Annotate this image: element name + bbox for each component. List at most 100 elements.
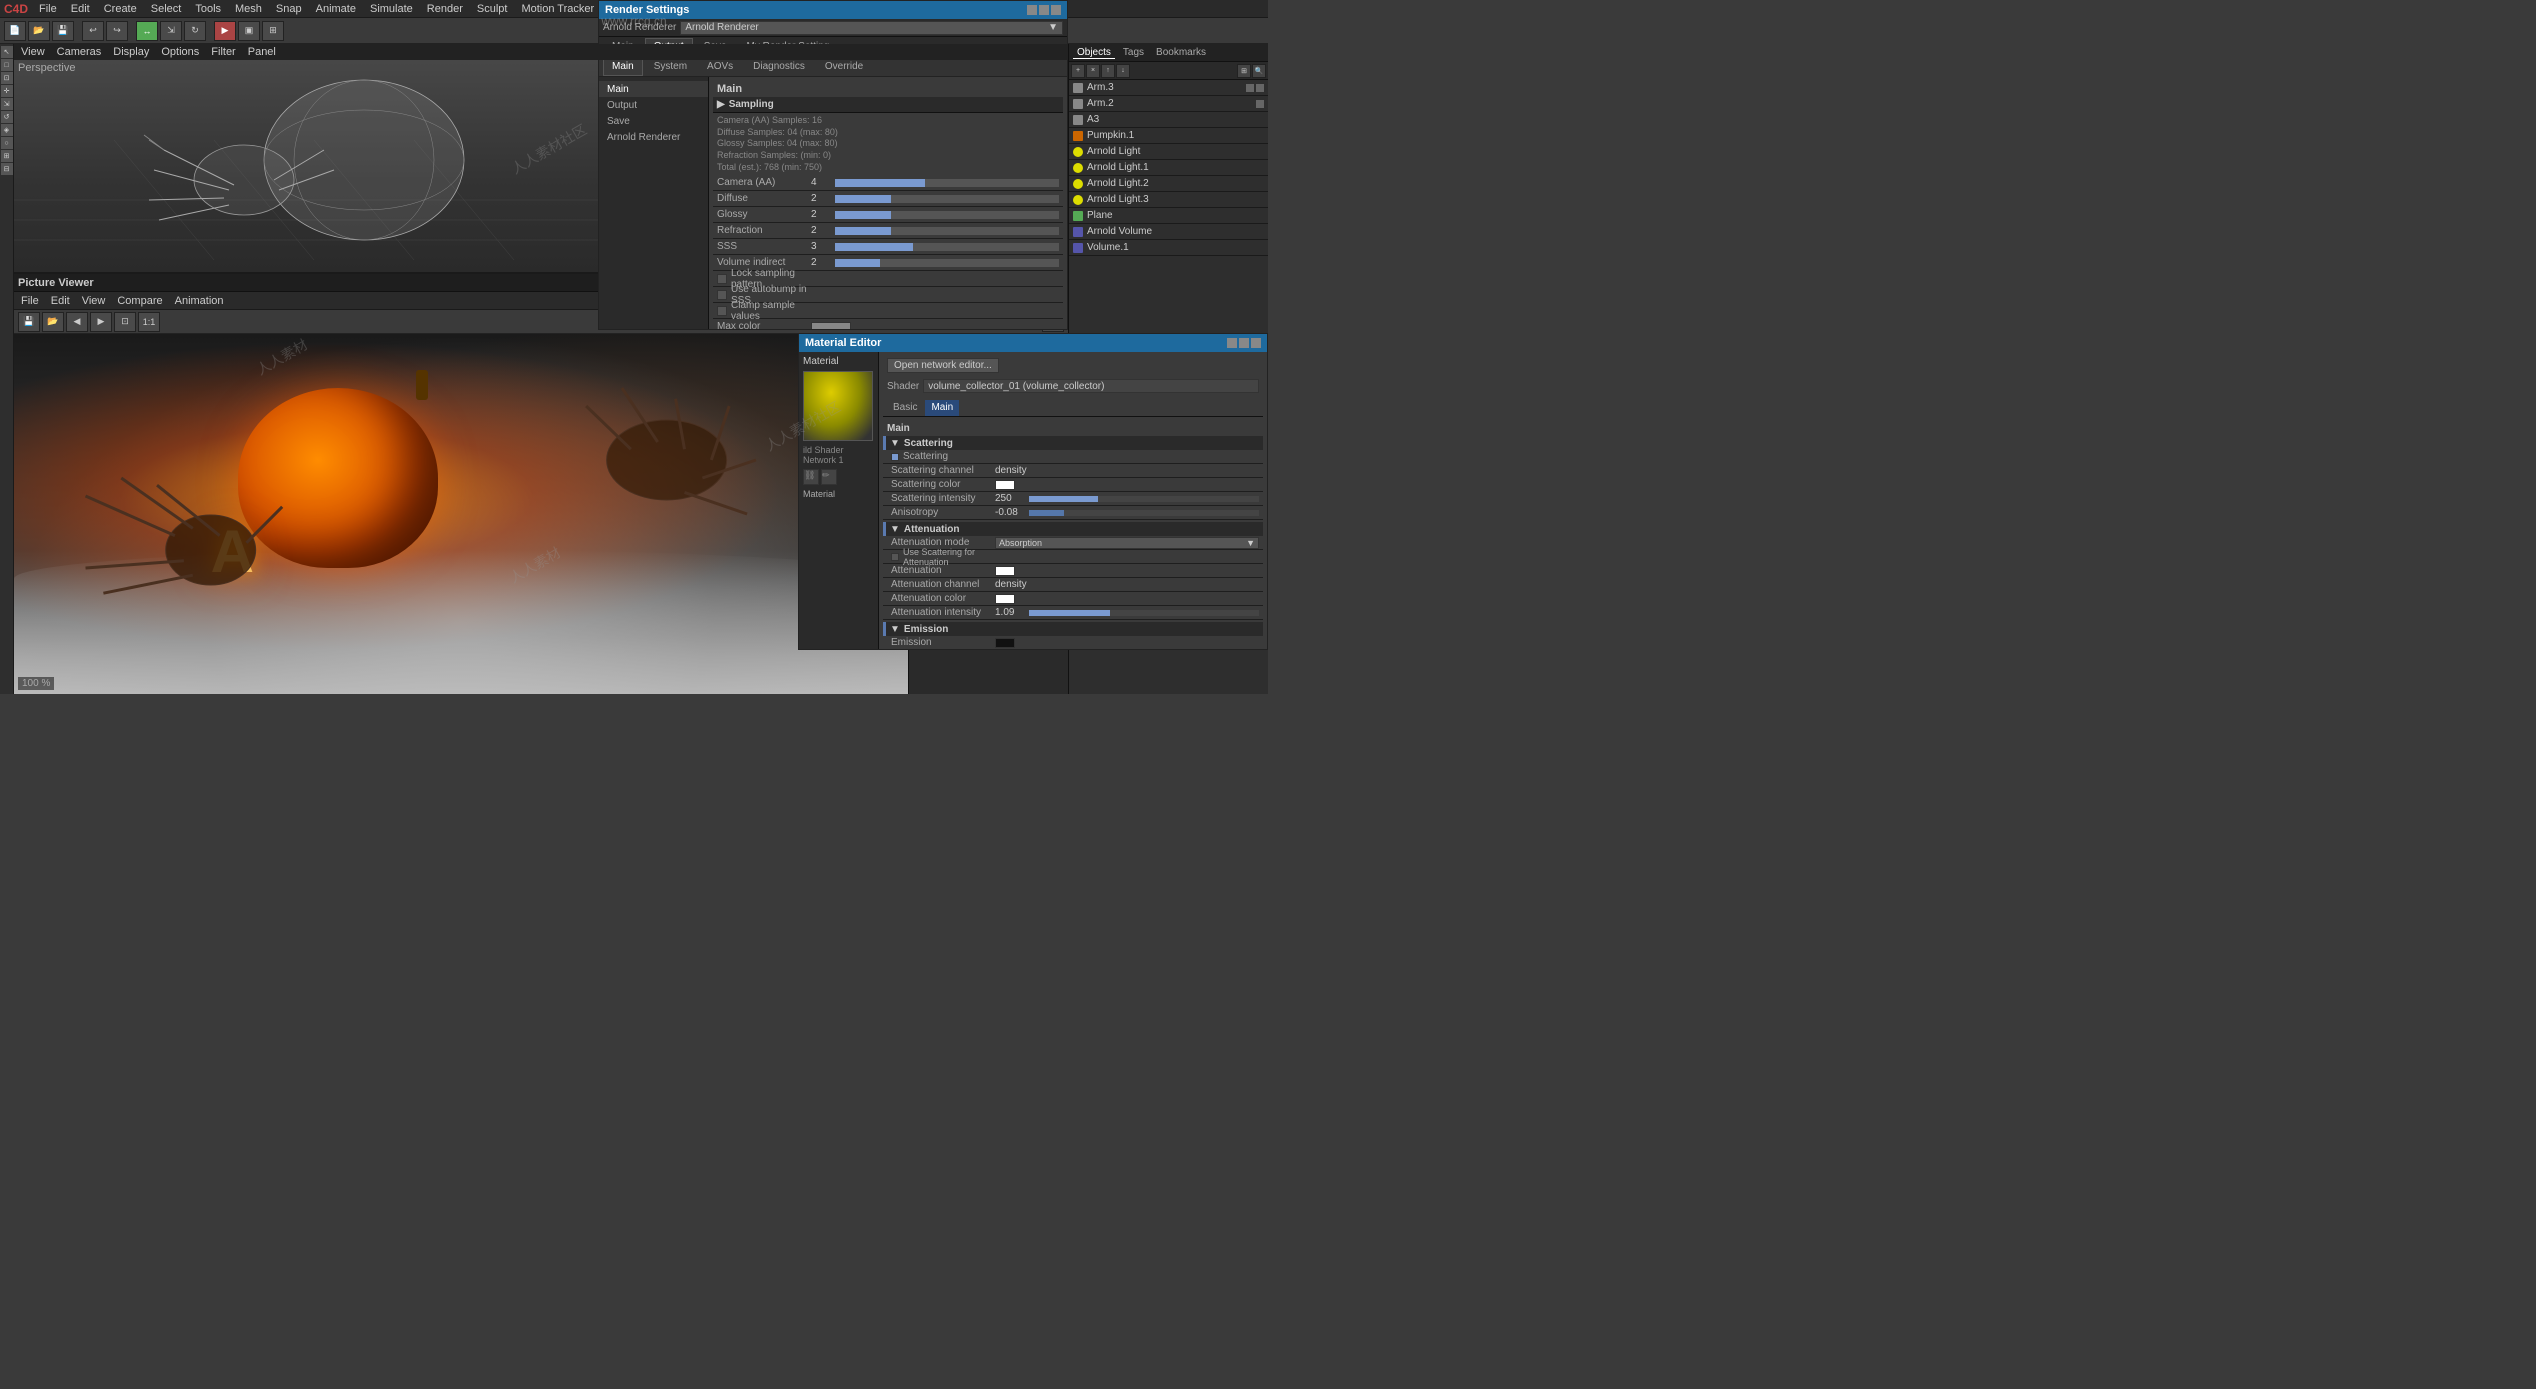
me-scattering-intensity-slider[interactable] [1029,496,1259,502]
rs-minimize-btn[interactable] [1027,5,1037,15]
rs-output-section[interactable]: Output [599,97,708,113]
tab-objects[interactable]: Objects [1073,47,1115,59]
pv-menu-animation[interactable]: Animation [172,295,227,307]
menu-create[interactable]: Create [101,3,140,15]
move-tool[interactable]: ↔ [136,21,158,41]
rs-main-section[interactable]: Main [599,81,708,97]
viewport-menu-options[interactable]: Options [158,46,202,58]
rs-refraction-slider[interactable] [835,227,1059,235]
pv-save-btn[interactable]: 💾 [18,312,40,332]
scale-tool[interactable]: ⇲ [160,21,182,41]
pv-zoom-fit-btn[interactable]: ⊡ [114,312,136,332]
rs-sss-slider[interactable] [835,243,1059,251]
rs-save-section[interactable]: Save [599,113,708,129]
tool-scale[interactable]: ⇲ [1,98,13,110]
rs-max-color-swatch[interactable] [811,322,851,329]
me-attenuation-swatch[interactable] [995,566,1015,576]
rotate-tool[interactable]: ↻ [184,21,206,41]
me-attenuation-intensity-slider[interactable] [1029,610,1259,616]
rs-sub-system[interactable]: System [645,58,696,76]
rs-glossy-slider[interactable] [835,211,1059,219]
tool-select[interactable]: □ [1,59,13,71]
rs-sub-override[interactable]: Override [816,58,872,76]
obj-arm3-vis[interactable] [1246,84,1254,92]
tool-rotate[interactable]: ↺ [1,111,13,123]
rs-maximize-btn[interactable] [1039,5,1049,15]
menu-snap[interactable]: Snap [273,3,305,15]
viewport-menu-display[interactable]: Display [110,46,152,58]
me-minimize-btn[interactable] [1227,338,1237,348]
pv-menu-view[interactable]: View [79,295,109,307]
pv-menu-compare[interactable]: Compare [114,295,165,307]
me-emission-swatch[interactable] [995,638,1015,648]
menu-sculpt[interactable]: Sculpt [474,3,511,15]
obj-pumpkin[interactable]: Pumpkin.1 [1069,128,1268,144]
rs-sub-main[interactable]: Main [603,58,643,76]
menu-simulate[interactable]: Simulate [367,3,416,15]
tab-bookmarks[interactable]: Bookmarks [1152,47,1210,58]
tool-texture[interactable]: ⊞ [1,150,13,162]
render-button[interactable]: ▶ [214,21,236,41]
tool-object[interactable]: ○ [1,137,13,149]
obj-arnold-light3[interactable]: Arnold Light.3 [1069,192,1268,208]
rs-diffuse-slider[interactable] [835,195,1059,203]
rs-lock-sampling-checkbox[interactable] [717,274,727,284]
obj-arnold-volume[interactable]: Arnold Volume [1069,224,1268,240]
obj-arnold-light[interactable]: Arnold Light [1069,144,1268,160]
pv-prev-btn[interactable]: ◀ [66,312,88,332]
render-active-view-button[interactable]: ⊞ [262,21,284,41]
viewport-menu-panel[interactable]: Panel [245,46,279,58]
me-scattering-color-swatch[interactable] [995,480,1015,490]
rs-autobump-checkbox[interactable] [717,290,727,300]
rs-camera-aa-slider[interactable] [835,179,1059,187]
me-scattering-checkbox[interactable] [891,453,899,461]
me-edit-btn[interactable]: ✏ [821,469,837,485]
obj-arm3[interactable]: Arm.3 [1069,80,1268,96]
undo-button[interactable]: ↩ [82,21,104,41]
pv-image-display[interactable]: A [14,334,908,694]
obj-arnold-light2[interactable]: Arnold Light.2 [1069,176,1268,192]
obj-delete-btn[interactable]: × [1086,64,1100,78]
tool-worplane[interactable]: ⊟ [1,163,13,175]
viewport-menu-view[interactable]: View [18,46,48,58]
viewport-menu-filter[interactable]: Filter [208,46,238,58]
pv-menu-file[interactable]: File [18,295,42,307]
me-maximize-btn[interactable] [1239,338,1249,348]
viewport-menu-cameras[interactable]: Cameras [54,46,105,58]
redo-button[interactable]: ↪ [106,21,128,41]
me-attenuation-color2-swatch[interactable] [995,594,1015,604]
rs-sub-aovs[interactable]: AOVs [698,58,742,76]
me-link-btn[interactable]: ⛓ [803,469,819,485]
menu-tools[interactable]: Tools [192,3,224,15]
menu-file[interactable]: File [36,3,60,15]
pv-menu-edit[interactable]: Edit [48,295,73,307]
obj-arm2[interactable]: Arm.2 [1069,96,1268,112]
obj-move-up-btn[interactable]: ↑ [1101,64,1115,78]
me-attenuation-header[interactable]: ▼ Attenuation [883,522,1263,536]
me-main-tab[interactable]: Main [925,400,959,416]
pv-zoom-100-btn[interactable]: 1:1 [138,312,160,332]
obj-new-btn[interactable]: + [1071,64,1085,78]
obj-move-down-btn[interactable]: ↓ [1116,64,1130,78]
obj-arm2-vis[interactable] [1256,100,1264,108]
tool-live-select[interactable]: ⊡ [1,72,13,84]
me-emission-header[interactable]: ▼ Emission [883,622,1263,636]
obj-search-btn[interactable]: 🔍 [1252,64,1266,78]
rs-arnoldrenderer-section[interactable]: Arnold Renderer [599,129,708,145]
me-scattering-header[interactable]: ▼ Scattering [883,436,1263,450]
obj-plane[interactable]: Plane [1069,208,1268,224]
obj-a3[interactable]: A3 [1069,112,1268,128]
tool-model[interactable]: ◈ [1,124,13,136]
pv-next-btn[interactable]: ▶ [90,312,112,332]
tool-cursor[interactable]: ↖ [1,46,13,58]
rs-renderer-dropdown[interactable]: Arnold Renderer ▼ [680,21,1063,35]
me-open-network-btn[interactable]: Open network editor... [887,358,999,373]
render-region-button[interactable]: ▣ [238,21,260,41]
rs-sub-diagnostics[interactable]: Diagnostics [744,58,814,76]
obj-arm3-render[interactable] [1256,84,1264,92]
menu-edit[interactable]: Edit [68,3,93,15]
me-attenuation-mode-dropdown[interactable]: Absorption ▼ [995,537,1259,549]
open-button[interactable]: 📂 [28,21,50,41]
menu-render[interactable]: Render [424,3,466,15]
menu-motiontracker[interactable]: Motion Tracker [518,3,597,15]
